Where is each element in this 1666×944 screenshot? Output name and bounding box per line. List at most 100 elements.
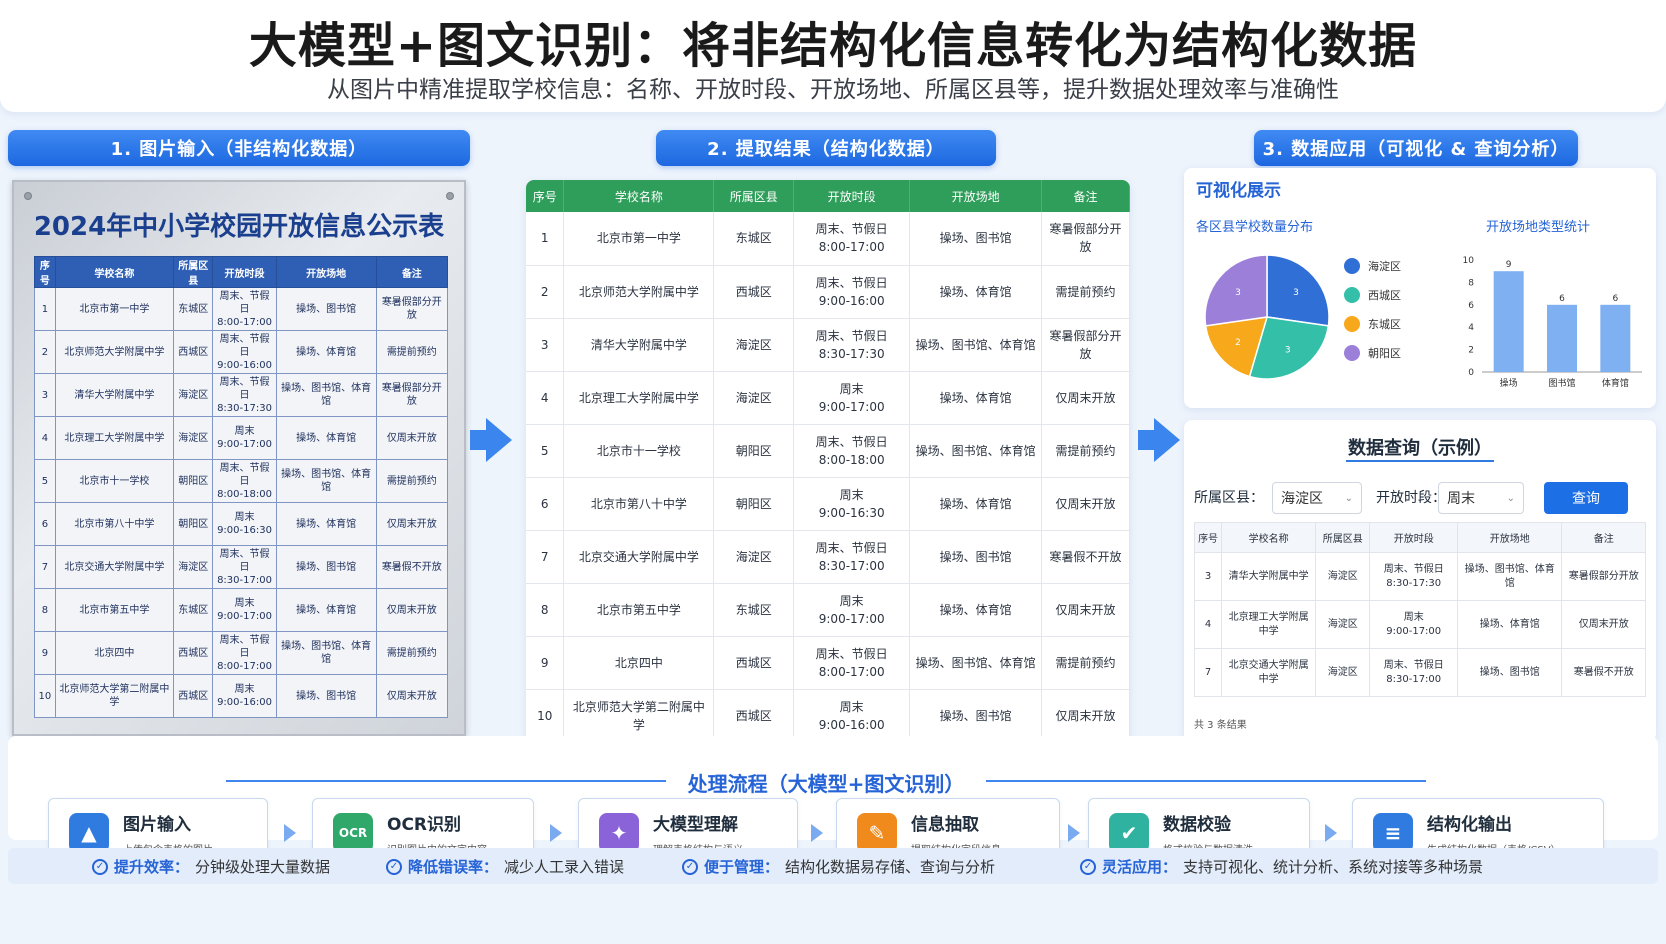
extracted-table: 序号 学校名称 所属区县 开放时段 开放场地 备注 1 北京市第一中学 东城区 周末、节假日 8:… <box>526 180 1130 742</box>
legend-item: 朝阳区 <box>1344 345 1401 361</box>
table-cell: 仅周末开放 <box>375 502 449 546</box>
table-cell: 3 <box>34 373 56 417</box>
column-header: 备注 <box>1561 522 1646 553</box>
bar-chart: 0 2 4 6 8 10 9 操场 6 图书馆 6 体育馆 <box>1463 256 1642 389</box>
table-row: 1 北京市第一中学 东城区 周末、节假日 8:00-17:00 操场、图书馆 寒暑假部分开放 <box>34 287 449 331</box>
table-cell: 寒暑假部分开放 <box>1561 552 1646 601</box>
table-row: 1 北京市第一中学 东城区 周末、节假日 8:00-17:00 操场、图书馆 寒暑假部分开放 <box>526 212 1130 266</box>
table-row: 6 北京市第八十中学 朝阳区 周末 9:00-16:30 操场、体育馆 仅周末开放 <box>526 477 1130 531</box>
table-cell: 操场、图书馆 <box>909 212 1043 266</box>
extracted-table-card: 序号 学校名称 所属区县 开放时段 开放场地 备注 1 北京市第一中学 东城区 周末、节假日 8:… <box>526 180 1130 742</box>
column-header: 开放时段 <box>212 256 277 288</box>
table-row: 7 北京交通大学附属中学 海淀区 周末、节假日 8:30-17:00 操场、图书馆 寒暑假不… <box>34 545 449 589</box>
ocr-icon: OCR <box>333 813 373 853</box>
table-cell: 周末、节假日 8:30-17:30 <box>212 373 277 417</box>
table-cell: 寒暑假部分开放 <box>1041 318 1130 372</box>
table-cell: 周末 9:00-17:00 <box>793 371 911 425</box>
table-cell: 北京市十一学校 <box>563 424 715 478</box>
table-cell: 周末 9:00-17:00 <box>212 588 277 632</box>
y-tick-label: 2 <box>1468 346 1474 356</box>
table-cell: 清华大学附属中学 <box>54 373 175 417</box>
table-cell: 5 <box>34 459 56 503</box>
table-cell: 操场、图书馆、体育馆 <box>909 636 1043 690</box>
table-cell: 海淀区 <box>173 545 214 589</box>
table-row: 7 北京交通大学附属中学 海淀区 周末、节假日 8:30-17:00 操场、图书馆 寒暑假不… <box>526 530 1130 584</box>
table-cell: 北京市第一中学 <box>54 287 175 331</box>
chevron-right-icon <box>1325 824 1337 842</box>
visualization-card: 可视化展示 各区县学校数量分布 开放场地类型统计 3 3 2 3 0 2 4 6 8 10 9 操场… <box>1184 168 1656 408</box>
table-cell: 寒暑假部分开放 <box>375 373 449 417</box>
table-cell: 北京市第一中学 <box>563 212 715 266</box>
table-cell: 操场、图书馆、体育馆 <box>1457 552 1563 601</box>
legend-label: 朝阳区 <box>1368 347 1401 360</box>
table-cell: 操场、体育馆 <box>275 416 377 460</box>
bar-value-label: 6 <box>1559 294 1565 304</box>
table-cell: 西城区 <box>713 689 795 742</box>
legend-item: 西城区 <box>1344 287 1401 303</box>
table-cell: 周末 9:00-16:00 <box>793 689 911 742</box>
table-cell: 海淀区 <box>1315 600 1371 649</box>
time-select[interactable]: 周末 ⌄ <box>1438 482 1524 514</box>
table-cell: 需提前预约 <box>375 631 449 675</box>
bar-value-label: 6 <box>1612 294 1618 304</box>
legend-item: 东城区 <box>1344 316 1401 332</box>
table-cell: 北京交通大学附属中学 <box>54 545 175 589</box>
pie-chart: 3 3 2 3 <box>1204 254 1330 380</box>
table-cell: 北京交通大学附属中学 <box>563 530 715 584</box>
table-cell: 海淀区 <box>713 371 795 425</box>
table-cell: 操场、图书馆、体育馆 <box>275 373 377 417</box>
table-cell: 北京理工大学附属中学 <box>54 416 175 460</box>
table-cell: 周末 9:00-16:00 <box>212 674 277 718</box>
table-cell: 仅周末开放 <box>1041 689 1130 742</box>
column-header: 学校名称 <box>563 180 715 212</box>
district-select[interactable]: 海淀区 ⌄ <box>1272 482 1362 514</box>
district-label: 所属区县： <box>1194 490 1264 506</box>
table-row: 6 北京市第八十中学 朝阳区 周末 9:00-16:30 操场、体育馆 仅周末开放 <box>34 502 449 546</box>
table-row: 8 北京市第五中学 东城区 周末 9:00-17:00 操场、体育馆 仅周末开放 <box>34 588 449 632</box>
table-cell: 周末、节假日 9:00-16:00 <box>793 265 911 319</box>
table-cell: 2 <box>526 265 565 319</box>
table-cell: 操场、体育馆 <box>909 477 1043 531</box>
chevron-down-icon: ⌄ <box>1344 492 1353 504</box>
image-icon: ▲ <box>69 813 109 853</box>
legend-label: 西城区 <box>1368 289 1401 302</box>
flow-arrow-icon <box>1138 418 1180 462</box>
table-cell: 北京理工大学附属中学 <box>1221 600 1317 649</box>
table-row: 4 北京理工大学附属中学 海淀区 周末 9:00-17:00 操场、体育馆 仅周末开放 <box>34 416 449 460</box>
column-header: 序号 <box>526 180 565 212</box>
chevron-right-icon <box>811 824 823 842</box>
chevron-down-icon: ⌄ <box>1506 492 1515 504</box>
table-cell: 周末、节假日 8:30-17:30 <box>793 318 911 372</box>
flow-step-title: 大模型理解 <box>653 815 738 835</box>
table-cell: 海淀区 <box>713 530 795 584</box>
y-tick-label: 6 <box>1468 301 1474 311</box>
table-cell: 3 <box>526 318 565 372</box>
table-cell: 西城区 <box>173 674 214 718</box>
table-row: 9 北京四中 西城区 周末、节假日 8:00-17:00 操场、图书馆、体育馆 需提前预约 <box>526 636 1130 690</box>
query-button[interactable]: 查询 <box>1544 482 1628 514</box>
pie-chart-title: 各区县学校数量分布 <box>1196 220 1314 235</box>
screw-icon <box>24 192 32 200</box>
table-cell: 操场、体育馆 <box>909 371 1043 425</box>
table-cell: 北京四中 <box>563 636 715 690</box>
table-cell: 仅周末开放 <box>1561 600 1646 649</box>
table-cell: 北京理工大学附属中学 <box>563 371 715 425</box>
legend-dot-icon <box>1344 287 1360 303</box>
pie-slice-value: 3 <box>1285 345 1291 355</box>
table-cell: 朝阳区 <box>713 424 795 478</box>
check-circle-icon: ✓ <box>92 858 108 875</box>
query-title-underline <box>1346 460 1494 462</box>
query-card: 数据查询（示例） 所属区县： 海淀区 ⌄ 开放时段： 周末 ⌄ 查询 序号 学校名… <box>1184 420 1656 742</box>
table-row: 2 北京师范大学附属中学 西城区 周末、节假日 9:00-16:00 操场、体育馆 需提前预… <box>34 330 449 374</box>
table-cell: 周末 9:00-17:00 <box>212 416 277 460</box>
flow-step-title: OCR识别 <box>387 815 462 835</box>
table-cell: 周末、节假日 8:30-17:00 <box>793 530 911 584</box>
query-result-count: 共 3 条结果 <box>1194 720 1247 731</box>
time-select-value: 周末 <box>1447 491 1475 507</box>
flow-step-title: 数据校验 <box>1163 815 1231 835</box>
flow-title: 处理流程（大模型+图文识别） <box>687 772 965 796</box>
table-cell: 2 <box>34 330 56 374</box>
table-cell: 操场、图书馆 <box>275 674 377 718</box>
table-cell: 周末、节假日 8:00-17:00 <box>793 212 911 266</box>
table-cell: 仅周末开放 <box>1041 477 1130 531</box>
